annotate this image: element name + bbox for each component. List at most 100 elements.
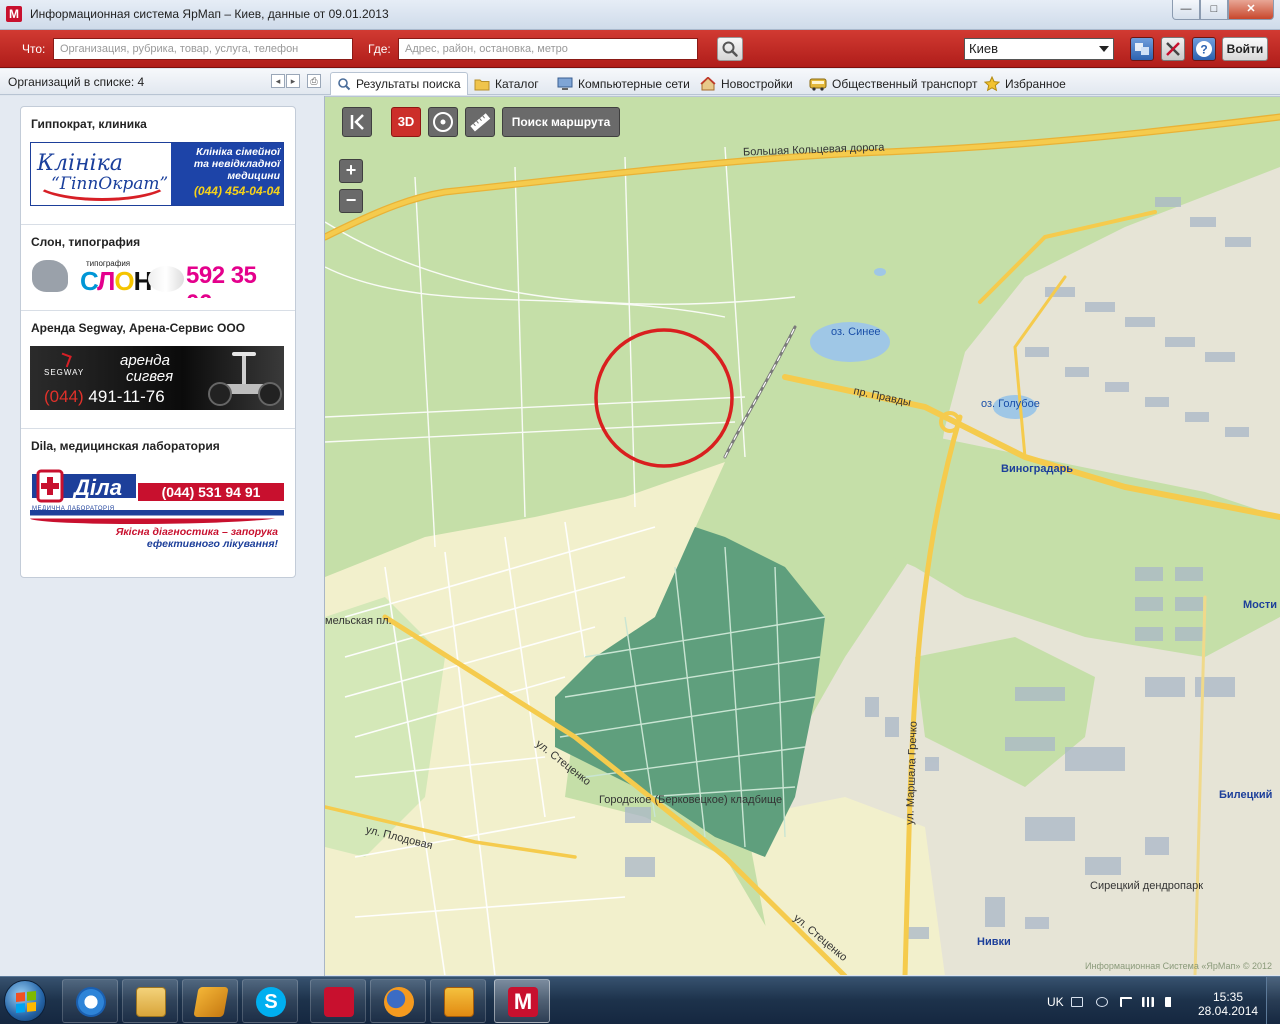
- close-button[interactable]: ✕: [1228, 0, 1274, 20]
- wave-shape: [30, 510, 284, 524]
- tab-label: Результаты поиска: [356, 77, 461, 91]
- result-card[interactable]: Аренда Segway, Арена-Сервис ООО SEGWAY а…: [21, 311, 295, 429]
- where-label: Где:: [368, 42, 391, 56]
- firefox-icon: [384, 987, 414, 1017]
- next-page-button[interactable]: ▸: [286, 74, 300, 88]
- elephant-icon: [32, 260, 68, 292]
- zoom-in-button[interactable]: +: [339, 159, 363, 183]
- taskbar-app[interactable]: [370, 979, 426, 1023]
- outlook-icon: [444, 987, 474, 1017]
- title-bar: M Информационная система ЯрМап – Киев, д…: [0, 0, 1280, 30]
- result-title[interactable]: Dila, медицинская лаборатория: [31, 439, 220, 453]
- hippocrat-banner[interactable]: Клініка “ГіппОкрат” Клініка сімейної та …: [30, 142, 284, 206]
- tab-label: Каталог: [495, 76, 539, 91]
- result-title[interactable]: Слон, типография: [31, 235, 140, 249]
- tab-label: Общественный транспорт: [832, 76, 978, 91]
- taskbar-app[interactable]: [122, 979, 178, 1023]
- results-list: Гиппократ, клиника Клініка “ГіппОкрат” К…: [20, 106, 296, 578]
- volume-icon[interactable]: [1165, 997, 1173, 1007]
- result-title[interactable]: Аренда Segway, Арена-Сервис ООО: [31, 321, 245, 335]
- what-input[interactable]: [53, 38, 353, 60]
- taskbar: S M UK 15:35 28.04.2014: [0, 976, 1280, 1024]
- banner-name: “ГіппОкрат”: [51, 174, 169, 194]
- banner-text: медицини: [227, 170, 280, 182]
- taskbar-app[interactable]: M: [494, 979, 550, 1023]
- taskbar-app[interactable]: [182, 979, 238, 1023]
- language-indicator[interactable]: UK: [1047, 995, 1064, 1009]
- target-icon: [433, 112, 453, 132]
- keyboard-icon[interactable]: [1071, 997, 1083, 1007]
- clock[interactable]: 15:35 28.04.2014: [1198, 990, 1258, 1018]
- windows-logo-icon: [16, 990, 36, 1014]
- zoom-out-button[interactable]: −: [339, 189, 363, 213]
- search-button[interactable]: [717, 37, 743, 61]
- explorer-icon: [136, 987, 166, 1017]
- tab-new-buildings[interactable]: Новостройки: [694, 72, 799, 95]
- district-label: Билецкий: [1219, 789, 1273, 801]
- city-select[interactable]: Киев: [964, 38, 1114, 60]
- skype-icon: S: [256, 987, 286, 1017]
- action-center-icon[interactable]: [1120, 997, 1132, 1007]
- segway-banner[interactable]: SEGWAY аренда сигвея (044) 491-11-76: [30, 346, 284, 410]
- district-label: Виноградарь: [1001, 463, 1074, 475]
- winamp-icon: [193, 987, 229, 1017]
- paper-roll-icon: [148, 266, 184, 292]
- result-card[interactable]: Слон, типография типография СЛОН 592 35 …: [21, 225, 295, 311]
- logo-letter: С: [80, 266, 98, 296]
- tab-search-results[interactable]: Результаты поиска: [330, 72, 468, 95]
- map-canvas[interactable]: [325, 97, 1280, 975]
- collapse-panel-button[interactable]: [342, 107, 372, 137]
- taskbar-app[interactable]: [430, 979, 486, 1023]
- result-pager: ◂ ▸ ⎙: [271, 74, 321, 88]
- route-search-button[interactable]: Поиск маршрута: [502, 107, 620, 137]
- tab-label: Новостройки: [721, 76, 793, 91]
- locate-button[interactable]: [428, 107, 458, 137]
- language-button[interactable]: [1130, 37, 1154, 61]
- dila-banner[interactable]: Діла (044) 531 94 91 МЕДИЧНА ЛАБОРАТОРІЯ…: [30, 462, 284, 562]
- district-label: Мости: [1243, 599, 1278, 611]
- taskbar-app[interactable]: S: [242, 979, 298, 1023]
- tab-row: Организаций в списке: 4 ◂ ▸ ⎙ Результаты…: [0, 69, 1280, 95]
- prev-page-button[interactable]: ◂: [271, 74, 285, 88]
- ruler-icon: [470, 113, 491, 132]
- where-input[interactable]: [398, 38, 698, 60]
- tab-public-transport[interactable]: Общественный транспорт: [803, 72, 984, 95]
- result-card[interactable]: Гиппократ, клиника Клініка “ГіппОкрат” К…: [21, 107, 295, 225]
- banner-name: Клініка: [37, 151, 123, 176]
- map-view[interactable]: 3D Поиск маршрута + − Большая Кольцевая …: [325, 96, 1280, 975]
- show-desktop-button[interactable]: [1266, 977, 1280, 1024]
- show-hidden-icons-icon[interactable]: [1096, 997, 1108, 1007]
- tab-computer-networks[interactable]: Компьютерные сети: [551, 72, 696, 95]
- tab-catalog[interactable]: Каталог: [468, 72, 545, 95]
- minimize-button[interactable]: —: [1172, 0, 1200, 20]
- clock-time: 15:35: [1212, 990, 1244, 1004]
- banner-slogan: Якісна діагностика – запорука ефективног…: [116, 526, 278, 550]
- banner-info: Клініка сімейної та невідкладної медицин…: [171, 143, 283, 205]
- login-button[interactable]: Войти: [1222, 37, 1268, 61]
- slon-banner[interactable]: типография СЛОН 592 35 06: [30, 258, 284, 298]
- help-button[interactable]: ?: [1192, 37, 1216, 61]
- start-button[interactable]: [4, 980, 46, 1022]
- logo-letter: Л: [97, 266, 115, 296]
- taskbar-app[interactable]: [62, 979, 118, 1023]
- maximize-button[interactable]: □: [1200, 0, 1228, 20]
- results-panel: Гиппократ, клиника Клініка “ГіппОкрат” К…: [0, 96, 325, 976]
- taskbar-app[interactable]: [310, 979, 366, 1023]
- star-icon: [984, 75, 1000, 91]
- org-count: Организаций в списке: 4: [8, 75, 145, 89]
- print-button[interactable]: ⎙: [307, 74, 321, 88]
- park-label: Сирецкий дендропарк: [1090, 880, 1204, 892]
- tools-button[interactable]: [1161, 37, 1185, 61]
- tools-icon: [1166, 42, 1180, 56]
- segway-mark-icon: [58, 352, 72, 368]
- result-card[interactable]: Dila, медицинская лаборатория Діла (044)…: [21, 429, 295, 579]
- result-title[interactable]: Гиппократ, клиника: [31, 117, 147, 131]
- window-controls: — □ ✕: [1172, 0, 1274, 20]
- network-icon[interactable]: [1142, 997, 1154, 1007]
- map-copyright: Информационная Система «ЯрМап» © 2012: [1085, 961, 1272, 971]
- what-label: Что:: [22, 42, 46, 56]
- banner-text: ефективного лікування!: [146, 538, 278, 550]
- ruler-button[interactable]: [465, 107, 495, 137]
- tab-favorites[interactable]: Избранное: [978, 72, 1072, 95]
- 3d-button[interactable]: 3D: [391, 107, 421, 137]
